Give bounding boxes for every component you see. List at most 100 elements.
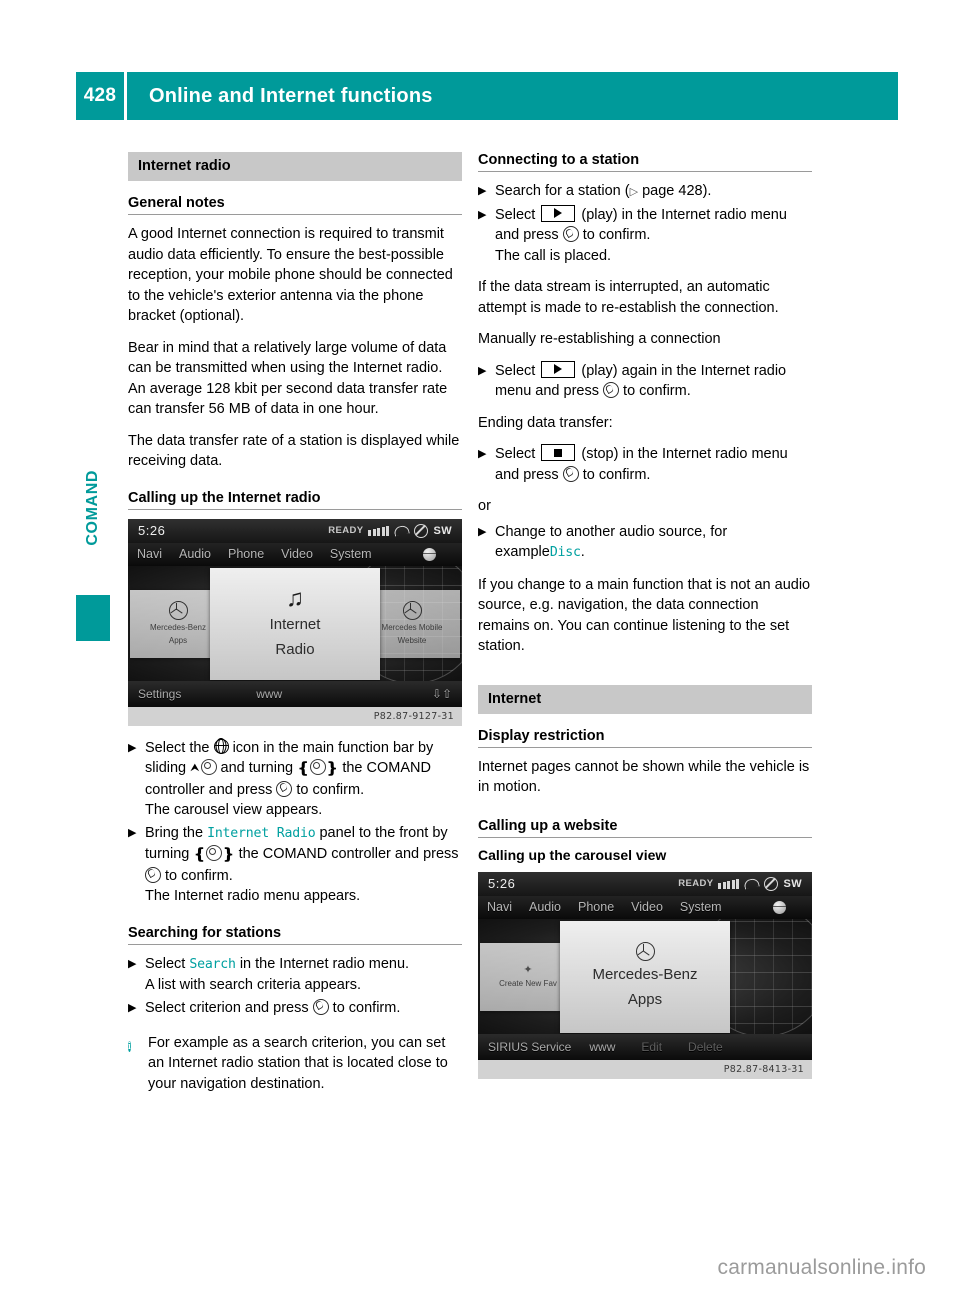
menu-item-system[interactable]: System (680, 900, 722, 914)
globe-icon[interactable] (773, 900, 786, 914)
comand-display: 5:26 READY SW Navi Audio Phone Video Sys… (128, 518, 462, 707)
comand-bottom-bar[interactable]: SIRIUS Service www Edit Delete (478, 1033, 812, 1060)
press-controller-icon (562, 226, 579, 242)
stop-button-icon (541, 444, 576, 461)
heading-display-restriction: Display restriction (478, 727, 605, 744)
page-number: 428 (83, 85, 117, 106)
step-text-a: Change to another audio source, for exam… (495, 523, 728, 561)
menu-item-video[interactable]: Video (281, 547, 313, 561)
paragraph-data-stream: If the data stream is interrupted, an au… (478, 279, 779, 316)
network-icon: ⇩⇧ (431, 686, 452, 701)
turn-left-icon: ❴ (297, 760, 310, 777)
ui-label-disc: Disc (549, 545, 581, 560)
slide-up-icon: ⮝ (190, 762, 200, 774)
heading-rule (478, 171, 812, 172)
heading-rule (128, 214, 462, 215)
chapter-side-tab-block (76, 595, 110, 641)
comand-controller-icon (205, 845, 222, 861)
carousel-tile-left-label-1: Create New Fav (499, 979, 557, 989)
bottom-bar-settings[interactable]: Settings (138, 687, 181, 701)
press-controller-icon (312, 998, 329, 1015)
heading-rule (128, 943, 462, 945)
step-marker-icon: ▶ (128, 741, 137, 754)
heading-rule (478, 746, 812, 748)
phone-icon (393, 524, 411, 537)
comand-status-icons: READY SW (678, 876, 802, 891)
step-result: The Internet radio menu appears. (145, 888, 361, 904)
menu-item-system[interactable]: System (330, 547, 372, 561)
comand-controller-icon (200, 759, 217, 775)
menu-item-audio[interactable]: Audio (179, 547, 211, 561)
carousel-tile-front-label-1: Mercedes-Benz (592, 966, 698, 984)
comand-main-function-bar[interactable]: Navi Audio Phone Video System (478, 895, 812, 919)
carousel-tile-front-mercedes-apps[interactable]: Mercedes-Benz Apps (560, 920, 730, 1033)
step-marker-icon: ▶ (478, 448, 487, 460)
step-text-a: Select criterion and press (145, 999, 309, 1016)
paragraph-display-restriction: Internet pages cannot be shown while the… (478, 758, 810, 796)
carousel-tile-right-label-2: Website (397, 636, 427, 645)
step-select-stop: ▶ Select (stop) in the Internet radio me… (478, 444, 812, 485)
step-text-b: . (580, 544, 585, 560)
section-band-internet: Internet (478, 684, 812, 714)
play-button-icon (541, 360, 576, 378)
turn-right-icon: ❵ (221, 846, 235, 863)
press-controller-icon (145, 866, 161, 883)
left-column: Internet radio General notes A good Inte… (128, 152, 462, 1094)
step-result: The carousel view appears. (145, 802, 323, 818)
paragraph-main-function-change: If you change to a main function that is… (478, 576, 811, 655)
comand-status-bar: 5:26 READY SW (478, 871, 812, 896)
menu-item-audio[interactable]: Audio (529, 900, 561, 914)
step-marker-icon: ▶ (128, 957, 137, 970)
step-text-a: Search for a station ( (495, 183, 630, 199)
heading-rule (478, 836, 812, 838)
info-icon-circle: i (128, 1040, 131, 1052)
carousel-tile-front-label-2: Radio (275, 640, 315, 658)
step-marker-icon: ▶ (128, 826, 137, 839)
step-text-a: Select the (145, 739, 210, 756)
paragraph-general-3: The data transfer rate of a station is d… (128, 432, 460, 470)
bottom-bar-edit[interactable]: Edit (641, 1040, 662, 1054)
music-note-icon: ♫ (286, 584, 304, 612)
comand-bottom-bar[interactable]: Settings www ⇩⇧ (128, 680, 462, 707)
heading-searching-for-stations: Searching for stations (128, 924, 282, 941)
info-note-text: For example as a search criterion, you c… (148, 1034, 448, 1092)
menu-item-video[interactable]: Video (631, 900, 663, 914)
menu-item-phone[interactable]: Phone (228, 547, 264, 561)
step-select-criterion: ▶ Select criterion and press to confirm. (128, 998, 462, 1019)
comand-display: 5:26 READY SW Navi Audio Phone Video Sys… (478, 871, 812, 1060)
comand-caption-code: P82.87-9127-31 (128, 706, 462, 726)
step-select-play-again: ▶ Select (play) again in the Internet ra… (478, 360, 812, 402)
bottom-bar-www[interactable]: www (256, 687, 282, 701)
step-result: The call is placed. (495, 247, 612, 264)
bottom-bar-www[interactable]: www (589, 1040, 615, 1054)
site-watermark: carmanualsonline.info (717, 1256, 926, 1279)
bottom-bar-sirius-service[interactable]: SIRIUS Service (488, 1040, 571, 1054)
paragraph-general-2: Bear in mind that a relatively large vol… (128, 339, 448, 418)
carousel-tile-front-internet-radio[interactable]: ♫ Internet Radio (210, 567, 380, 680)
step-marker-icon: ▶ (478, 208, 487, 221)
page-reference-icon: ▷ (629, 186, 639, 198)
mercedes-star-icon (635, 942, 655, 962)
globe-icon[interactable] (423, 547, 436, 561)
comand-carousel: Mercedes-Benz Apps Mercedes Mobile Websi… (128, 565, 462, 681)
bottom-bar-delete[interactable]: Delete (688, 1040, 723, 1054)
step-text-d: to confirm. (165, 867, 233, 884)
comand-main-function-bar[interactable]: Navi Audio Phone Video System (128, 542, 462, 566)
paragraph-manual-reestablish: Manually re-establishing a connection (478, 331, 721, 347)
carousel-tile-front-label-2: Apps (627, 991, 663, 1008)
heading-calling-up-internet-radio: Calling up the Internet radio (128, 489, 321, 506)
heading-calling-up-carousel-view: Calling up the carousel view (478, 846, 667, 863)
ui-label-internet-radio: Internet Radio (207, 825, 316, 841)
menu-item-navi[interactable]: Navi (137, 547, 162, 561)
step-text-pageref: page 428). (642, 183, 712, 199)
step-marker-icon: ▶ (478, 525, 487, 538)
menu-item-navi[interactable]: Navi (487, 900, 512, 914)
step-text-a: Select (495, 206, 536, 223)
section-band-internet-radio: Internet radio (128, 152, 462, 181)
heading-calling-up-a-website: Calling up a website (478, 817, 618, 834)
step-marker-icon: ▶ (478, 185, 487, 197)
comand-controller-icon (309, 759, 326, 775)
menu-item-phone[interactable]: Phone (578, 900, 614, 914)
step-text-c: to confirm. (623, 383, 691, 399)
step-text-b: in the Internet radio menu. (239, 955, 410, 972)
